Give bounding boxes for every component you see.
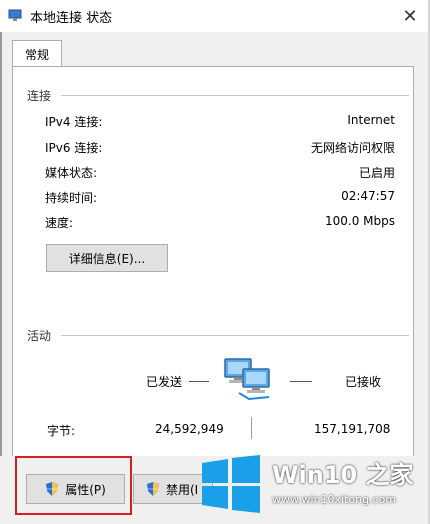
media-state-value: 已启用 — [358, 166, 395, 180]
title-bar: 本地连接 状态 ✕ — [0, 0, 430, 32]
tab-general[interactable]: 常规 — [12, 40, 62, 67]
close-icon: ✕ — [402, 5, 418, 27]
network-activity-icon — [224, 358, 270, 401]
watermark-title: Win10 之家 — [272, 461, 414, 489]
ipv6-value: 无网络访问权限 — [310, 141, 395, 155]
sent-label: 已发送 — [146, 375, 183, 389]
watermark-url: www.win10xitong.com — [272, 493, 397, 506]
bytes-label: 字节: — [47, 424, 76, 438]
windows-logo-icon — [202, 455, 260, 513]
bytes-received-value: 157,191,708 — [314, 422, 391, 436]
window-left-edge — [0, 0, 2, 524]
tab-general-label: 常规 — [24, 47, 49, 62]
connection-group-header: 连接 — [27, 89, 52, 103]
details-button[interactable]: 详细信息(E)... — [46, 244, 168, 272]
ipv4-value: Internet — [347, 113, 395, 127]
shield-icon — [147, 482, 159, 496]
activity-group-header: 活动 — [27, 329, 52, 343]
bytes-sent-value: 24,592,949 — [155, 422, 224, 436]
network-connection-icon — [8, 9, 22, 21]
speed-label: 速度: — [45, 216, 74, 230]
watermark: Win10 之家 www.win10xitong.com — [196, 453, 426, 515]
bytes-separator — [251, 417, 252, 439]
media-state-label: 媒体状态: — [45, 166, 98, 180]
duration-label: 持续时间: — [45, 191, 98, 205]
sent-dash — [189, 381, 209, 382]
disable-button-label: 禁用(I — [166, 482, 199, 497]
ipv6-label: IPv6 连接: — [45, 141, 103, 155]
close-button[interactable]: ✕ — [390, 0, 430, 32]
ipv4-label: IPv4 连接: — [45, 115, 103, 129]
received-label: 已接收 — [345, 375, 382, 389]
general-panel: 连接 IPv4 连接: Internet IPv6 连接: 无网络访问权限 媒体… — [12, 66, 414, 458]
received-dash — [290, 381, 312, 382]
window-title: 本地连接 状态 — [30, 11, 113, 26]
highlight-box — [15, 456, 132, 515]
activity-divider — [61, 335, 409, 336]
details-button-label: 详细信息(E)... — [68, 251, 146, 266]
speed-value: 100.0 Mbps — [324, 214, 395, 228]
duration-value: 02:47:57 — [341, 189, 395, 203]
connection-divider — [61, 95, 409, 96]
tab-strip: 常规 — [12, 40, 414, 68]
